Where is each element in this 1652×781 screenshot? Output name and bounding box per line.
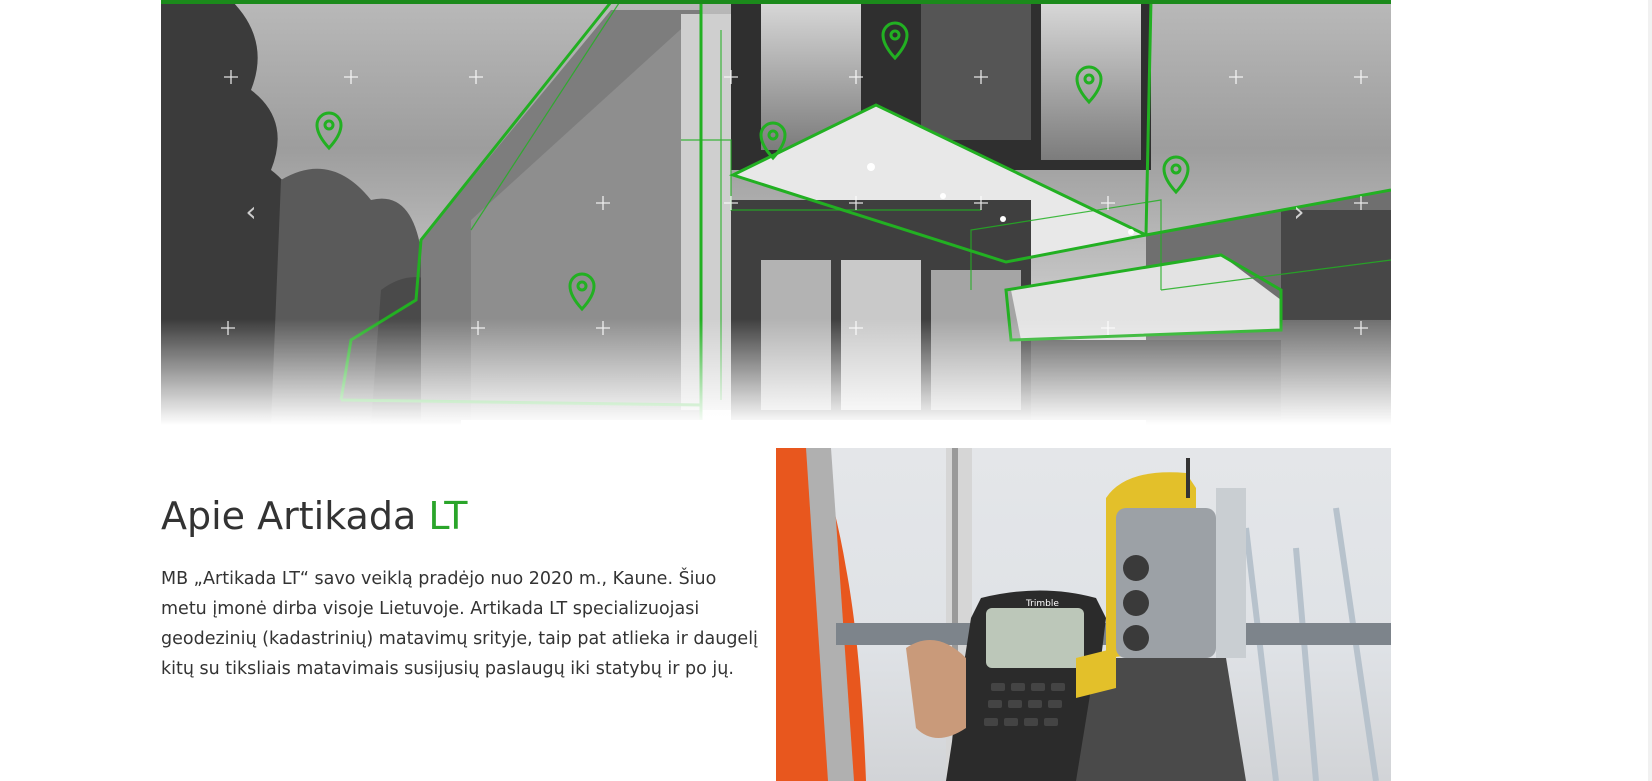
device-brand: Trimble [1025, 599, 1059, 609]
top-accent-bar [161, 0, 1391, 4]
about-title-accent: LT [428, 494, 468, 538]
carousel-next-arrow[interactable]: › [1285, 195, 1313, 229]
hero-slider: ‹ › [161, 0, 1391, 425]
surveying-photo-graphic: Trimble [776, 448, 1391, 781]
surveying-equipment-photo: Trimble [776, 448, 1391, 781]
page-scroll-edge [1648, 0, 1652, 781]
carousel-prev-arrow[interactable]: ‹ [237, 195, 265, 229]
hero-building-image [161, 0, 1391, 425]
about-text: MB „Artikada LT“ savo veiklą pradėjo nuo… [161, 569, 758, 679]
about-title: Apie Artikada LT [161, 494, 467, 538]
about-title-main: Apie Artikada [161, 494, 429, 538]
